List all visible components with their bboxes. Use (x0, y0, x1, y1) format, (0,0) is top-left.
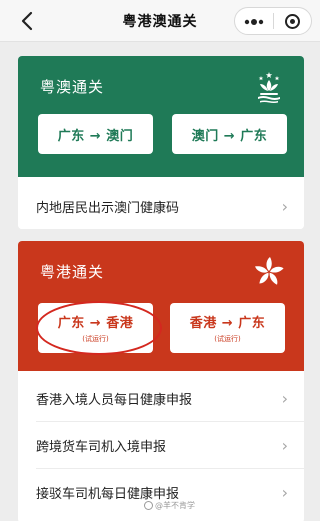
watermark: @羊不肯学 (144, 500, 195, 511)
navigation-bar: 粤港澳通关 (0, 0, 320, 42)
macau-lotus-emblem-icon (258, 72, 280, 103)
weibo-icon (144, 501, 153, 510)
list-item-label: 香港入境人员每日健康申报 (36, 392, 193, 408)
macau-section-card: 粤澳通关 广东 → 澳门 澳门 → 广东 内地居民出示澳门健康码 › (18, 56, 304, 229)
route-label: 广东 → 澳门 (57, 128, 134, 144)
hk-bauhinia-emblem-icon (255, 257, 284, 285)
route-label: 澳门 → 广东 (191, 128, 268, 144)
route-macau-to-guangdong-button[interactable]: 澳门 → 广东 (172, 114, 287, 154)
macau-card-header: 粤澳通关 广东 → 澳门 澳门 → 广东 (18, 56, 304, 177)
chevron-right-icon: › (281, 482, 288, 502)
chevron-right-icon: › (281, 435, 288, 455)
mini-program-close-icon (284, 13, 300, 29)
list-item-hk-daily-health-declaration[interactable]: 香港入境人员每日健康申报 › (18, 375, 304, 421)
watermark-text: @羊不肯学 (155, 501, 195, 510)
macau-card-title: 粤澳通关 (40, 78, 105, 96)
hongkong-card-title: 粤港通关 (40, 263, 105, 281)
more-button[interactable] (235, 7, 273, 35)
list-item-label: 跨境货车司机入境申报 (36, 439, 167, 455)
list-item-macau-health-code[interactable]: 内地居民出示澳门健康码 › (18, 183, 304, 229)
back-button[interactable] (16, 8, 40, 34)
hongkong-section-card: 粤港通关 广东 → 香港 (试运行) 香港 → 广东 (试运行) 香港入境人员每… (18, 241, 304, 521)
list-item-label: 内地居民出示澳门健康码 (36, 200, 180, 216)
hongkong-card-header: 粤港通关 广东 → 香港 (试运行) 香港 → 广东 (试运行) (18, 241, 304, 371)
mini-program-capsule (234, 7, 312, 35)
page-title: 粤港澳通关 (122, 13, 198, 30)
route-hongkong-to-guangdong-button[interactable]: 香港 → 广东 (试运行) (170, 303, 285, 353)
route-label: 香港 → 广东 (189, 316, 266, 331)
list-item-label: 接驳车司机每日健康申报 (36, 486, 180, 502)
list-item-truck-driver-entry-declaration[interactable]: 跨境货车司机入境申报 › (18, 422, 304, 468)
close-button[interactable] (273, 13, 311, 29)
chevron-right-icon: › (281, 388, 288, 408)
annotation-highlight-circle (36, 301, 162, 355)
chevron-left-icon (21, 11, 33, 31)
chevron-right-icon: › (281, 196, 288, 216)
trial-run-note: (试运行) (214, 335, 241, 343)
route-guangdong-to-macau-button[interactable]: 广东 → 澳门 (38, 114, 153, 154)
more-dots-icon (244, 19, 263, 25)
